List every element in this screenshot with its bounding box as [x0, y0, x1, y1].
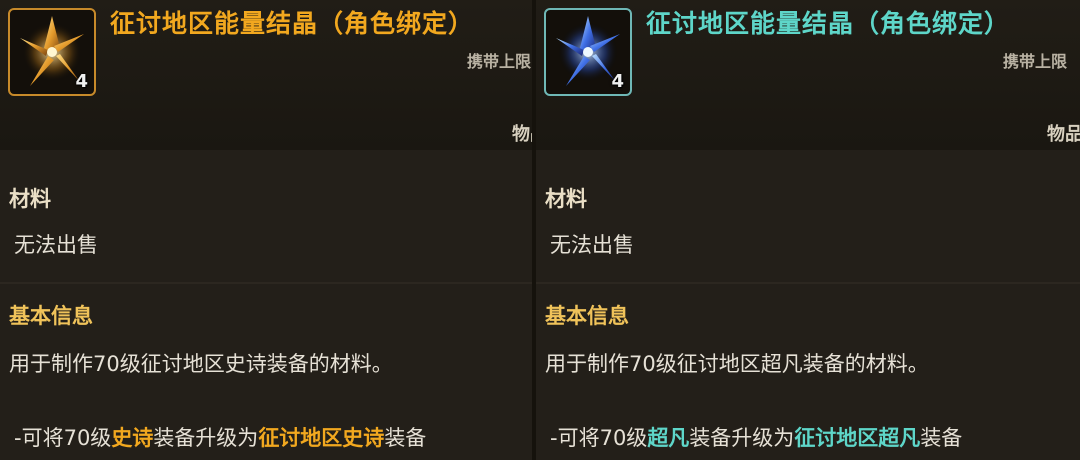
item-tooltip-epic: 4 征讨地区能量结晶（角色绑定） 携带上限 物品 材料 无法出售 基本信息 用于… [0, 0, 532, 460]
upgrade-line: -可将70级超凡装备升级为征讨地区超凡装备 [550, 422, 962, 452]
item-tooltip-legendary: 4 征讨地区能量结晶（角色绑定） 携带上限 物品 材料 无法出售 基本信息 用于… [536, 0, 1080, 460]
upgrade-prefix: -可将70级 [14, 426, 112, 450]
section-divider [536, 282, 1080, 284]
item-description: 用于制作70级征讨地区史诗装备的材料。 [9, 352, 393, 376]
item-slot[interactable]: 4 [8, 8, 96, 96]
upgrade-grade: 超凡 [647, 426, 690, 450]
upgrade-target: 征讨地区超凡 [794, 426, 921, 450]
sell-status: 无法出售 [14, 233, 98, 257]
item-slot[interactable]: 4 [544, 8, 632, 96]
upgrade-middle: 装备升级为 [153, 426, 259, 450]
item-description: 用于制作70级征讨地区超凡装备的材料。 [545, 352, 929, 376]
sell-status: 无法出售 [550, 233, 634, 257]
item-quantity: 4 [75, 71, 88, 92]
upgrade-prefix: -可将70级 [550, 426, 648, 450]
section-divider [0, 282, 532, 284]
upgrade-suffix: 装备 [920, 426, 963, 450]
item-quantity: 4 [611, 71, 624, 92]
item-type-label: 物品 [1047, 124, 1080, 145]
item-name: 征讨地区能量结晶（角色绑定） [646, 9, 1011, 38]
section-basic-title: 基本信息 [9, 304, 93, 328]
item-name: 征讨地区能量结晶（角色绑定） [110, 9, 475, 38]
upgrade-target: 征讨地区史诗 [258, 426, 385, 450]
item-type-label: 物品 [512, 124, 532, 145]
carry-limit-label: 携带上限 [1003, 52, 1068, 71]
upgrade-grade: 史诗 [111, 426, 154, 450]
carry-limit-label: 携带上限 [467, 52, 532, 71]
section-material-title: 材料 [9, 187, 51, 211]
section-material-title: 材料 [545, 187, 587, 211]
upgrade-line: -可将70级史诗装备升级为征讨地区史诗装备 [14, 422, 426, 452]
section-basic-title: 基本信息 [545, 304, 629, 328]
upgrade-suffix: 装备 [384, 426, 427, 450]
upgrade-middle: 装备升级为 [689, 426, 795, 450]
